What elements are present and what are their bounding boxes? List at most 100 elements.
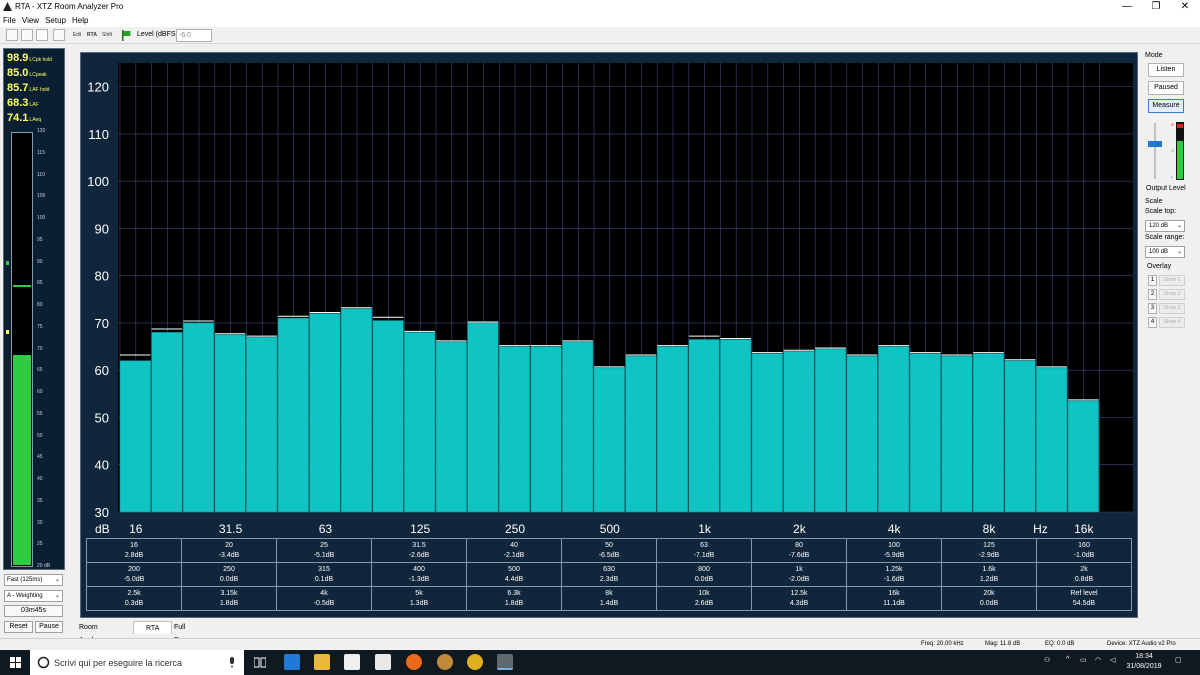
minimize-button[interactable]: — [1112, 0, 1142, 14]
output-level-label: Output Level [1146, 185, 1186, 192]
y-tick-label: 120 [87, 80, 109, 95]
print-icon[interactable] [53, 29, 65, 41]
speed-select[interactable]: Fast (125ms) ⌄ [4, 574, 63, 586]
band-frequency: 400 [413, 565, 425, 573]
meter-scale-tick: 30 [37, 519, 43, 526]
open-folder-icon[interactable] [21, 29, 33, 41]
bar-20 [151, 332, 183, 513]
show-2-button[interactable]: Show 2 [1159, 289, 1185, 300]
band-cell: 12.5k 4.3dB [751, 586, 847, 611]
level-meter-panel: 98.9LCpk hold 85.0LCpeak 85.7LAF hold 68… [3, 48, 65, 570]
band-value: 1.4dB [599, 599, 619, 607]
band-frequency: 3.15k [220, 589, 238, 597]
listen-button[interactable]: Listen [1148, 63, 1184, 77]
xtz-app-icon[interactable] [497, 654, 513, 670]
overlay-2-number: 2 [1148, 289, 1157, 300]
meter-letter-r: R [1171, 122, 1174, 127]
meter-letter-g: G [1171, 148, 1175, 153]
show-4-button[interactable]: Show 4 [1159, 317, 1185, 328]
wifi-icon[interactable]: ◠ [1095, 656, 1101, 664]
pause-button[interactable]: Pause [35, 621, 63, 633]
clock-date[interactable]: 31/08/2019 [1124, 663, 1164, 670]
meter-scale-tick: 105 [37, 193, 46, 200]
rta-tool-button[interactable]: RTA [85, 29, 99, 41]
notification-icon[interactable]: ▢ [1175, 656, 1182, 664]
weighting-select[interactable]: A - Weighting ⌄ [4, 590, 63, 602]
store-icon[interactable] [344, 654, 360, 670]
x-tick-label: 16 [129, 522, 143, 536]
bar-1k [688, 339, 720, 513]
band-cell: 160 -1.0dB [1036, 538, 1132, 563]
band-value: 2.8dB [124, 551, 144, 559]
measure-button[interactable]: Measure [1148, 99, 1184, 113]
tray-chevron-icon[interactable]: ^ [1066, 656, 1069, 663]
meter-scale-tick: 95 [37, 236, 43, 243]
meter-scale-tick: 90 [37, 258, 43, 265]
band-frequency: 5k [415, 589, 423, 597]
save-icon[interactable] [36, 29, 48, 41]
microphone-icon[interactable] [228, 657, 236, 669]
output-level-slider[interactable] [1148, 123, 1162, 179]
task-view-icon[interactable] [254, 657, 266, 668]
tab-room-analyzer[interactable]: Room Analyzer [75, 621, 110, 644]
gimp-icon[interactable] [437, 654, 453, 670]
band-cell: 315 0.1dB [276, 562, 372, 587]
chrome-icon[interactable] [467, 654, 483, 670]
tab-rta[interactable]: RTA [133, 621, 173, 634]
level-input[interactable]: -6.0 [176, 29, 212, 42]
show-3-button[interactable]: Show 3 [1159, 303, 1185, 314]
x-tick-label: 125 [410, 522, 430, 536]
readout-laf: 68.3LAF [7, 97, 39, 109]
flag-icon[interactable] [121, 30, 131, 41]
title-bar: RTA - XTZ Room Analyzer Pro — ❐ ✕ [0, 0, 1200, 14]
mail-icon[interactable] [375, 654, 391, 670]
tab-full-range[interactable]: Full Range [170, 621, 199, 644]
band-frequency: Ref level [1070, 589, 1098, 597]
band-value: -5.0dB [123, 575, 145, 583]
scale-top-label: Scale top: [1145, 208, 1177, 215]
taskbar-search[interactable]: Scrivi qui per eseguire la ricerca [30, 650, 244, 675]
chevron-down-icon: ⌄ [54, 593, 60, 599]
bar-100 [372, 320, 404, 513]
readout-lcpeak: 85.0LCpeak [7, 67, 47, 79]
menu-view[interactable]: View [19, 14, 42, 27]
bar-50 [277, 317, 309, 513]
x-tick-label: 4k [888, 522, 902, 536]
reset-button[interactable]: Reset [4, 621, 33, 633]
search-placeholder: Scrivi qui per eseguire la ricerca [54, 658, 183, 668]
meter-scale-tick: 20 dB [37, 563, 51, 569]
menu-setup[interactable]: Setup [42, 14, 69, 27]
window-title: RTA - XTZ Room Analyzer Pro [15, 2, 124, 11]
y-tick-label: 100 [87, 174, 109, 189]
maximize-button[interactable]: ❐ [1141, 0, 1171, 14]
clock-time[interactable]: 18:34 [1126, 653, 1162, 660]
band-frequency: 20k [983, 589, 995, 597]
edit-tool-button[interactable]: Edit [70, 29, 84, 41]
meter-scale-tick: 60 [37, 389, 43, 395]
menu-file[interactable]: File [0, 14, 19, 27]
scale-top-select[interactable]: 120 dB ⌄ [1145, 220, 1185, 232]
show-1-button[interactable]: Show 1 [1159, 275, 1185, 286]
band-table-row: 200 -5.0dB 250 0.0dB 315 0.1dB 400 -1.3dB 500 4.4… [86, 562, 1132, 587]
bar-16k [1067, 400, 1099, 513]
edge-icon[interactable] [284, 654, 300, 670]
firefox-icon[interactable] [406, 654, 422, 670]
band-value: -2.0dB [788, 575, 810, 583]
scale-range-select[interactable]: 100 dB ⌄ [1145, 246, 1185, 258]
new-file-icon[interactable] [6, 29, 18, 41]
close-button[interactable]: ✕ [1170, 0, 1200, 14]
menu-help[interactable]: Help [69, 14, 91, 27]
band-value: 11.1dB [883, 599, 905, 607]
file-explorer-icon[interactable] [314, 654, 330, 670]
bar-400 [562, 341, 594, 513]
band-frequency: 31.5 [412, 541, 426, 549]
people-icon[interactable]: ⚇ [1044, 656, 1050, 664]
paused-button[interactable]: Paused [1148, 81, 1184, 95]
band-frequency: 1.6k [982, 565, 996, 573]
network-icon[interactable]: ▭ [1080, 656, 1087, 664]
x-tick-label: 63 [319, 522, 333, 536]
volume-icon[interactable]: ◁ [1110, 656, 1115, 664]
windows-start-icon[interactable] [10, 657, 21, 668]
band-frequency: 12.5k [790, 589, 808, 597]
shift-tool-button[interactable]: Shift [100, 29, 114, 41]
